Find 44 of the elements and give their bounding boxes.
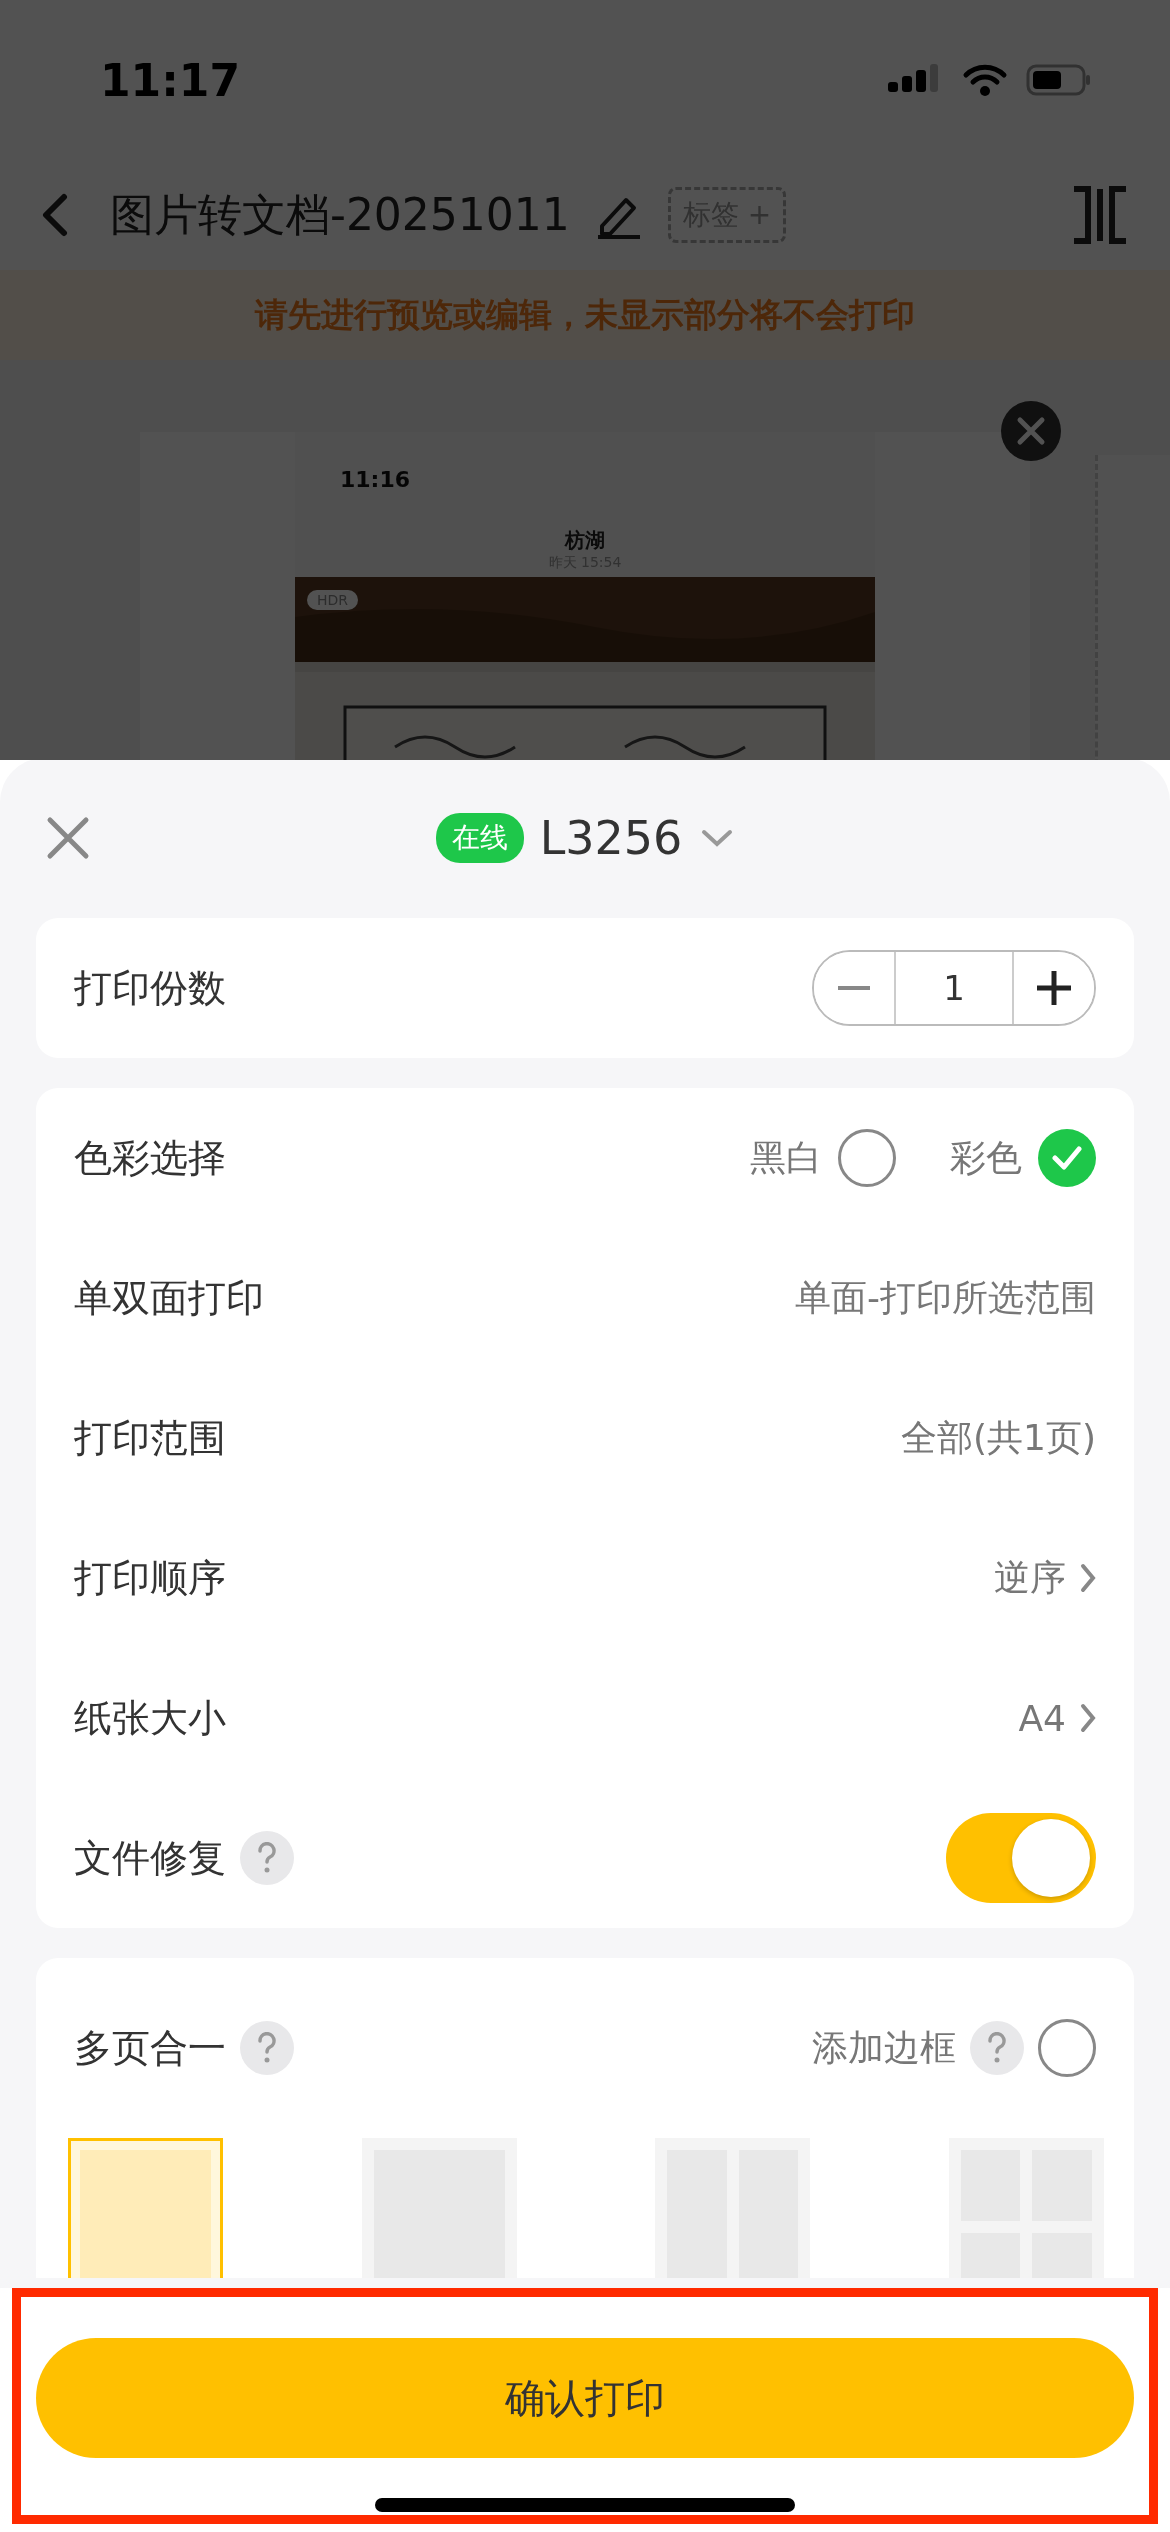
wifi-icon	[962, 63, 1008, 97]
back-icon[interactable]	[40, 193, 70, 237]
setting-label: 打印顺序	[74, 1554, 226, 1602]
minus-icon	[838, 986, 870, 990]
copies-stepper[interactable]: 1	[812, 950, 1096, 1026]
setting-label: 打印份数	[74, 964, 226, 1012]
option-label: 黑白	[750, 1135, 822, 1180]
setting-value[interactable]: 单面-打印所选范围	[795, 1273, 1096, 1323]
radio-button[interactable]	[838, 1129, 896, 1187]
setting-label: 打印范围	[74, 1414, 226, 1462]
chevron-right-icon[interactable]	[1080, 1563, 1096, 1593]
close-icon[interactable]	[46, 816, 90, 860]
question-mark-icon	[257, 2032, 277, 2064]
plus-icon	[1037, 971, 1071, 1005]
check-icon	[1052, 1146, 1082, 1170]
chevron-down-icon[interactable]	[700, 828, 735, 848]
notice-banner: 请先进行预览或编辑，未显示部分将不会打印	[0, 270, 1170, 360]
question-mark-icon	[257, 1842, 277, 1874]
help-icon[interactable]	[970, 2021, 1024, 2075]
printer-selector[interactable]: L3256	[539, 811, 683, 865]
option-label: 添加边框	[812, 2025, 956, 2070]
setting-label: 文件修复	[74, 1834, 226, 1882]
setting-value[interactable]: 逆序	[994, 1553, 1066, 1603]
setting-value[interactable]: 全部(共1页)	[901, 1413, 1096, 1463]
confirm-print-button[interactable]: 确认打印	[36, 2338, 1134, 2458]
setting-label: 纸张大小	[74, 1694, 226, 1742]
online-badge: 在线	[435, 813, 524, 863]
setting-label: 多页合一	[74, 2024, 226, 2072]
status-time: 11:17	[100, 54, 241, 106]
setting-value[interactable]: A4	[1018, 1697, 1066, 1739]
chevron-right-icon[interactable]	[1080, 1703, 1096, 1733]
radio-button[interactable]	[1038, 1129, 1096, 1187]
question-mark-icon	[987, 2032, 1007, 2064]
option-label: 彩色	[950, 1135, 1022, 1180]
close-icon[interactable]	[1000, 400, 1062, 462]
help-icon[interactable]	[240, 1831, 294, 1885]
setting-label: 色彩选择	[74, 1134, 226, 1182]
border-checkbox[interactable]	[1038, 2019, 1096, 2077]
setting-label: 单双面打印	[74, 1274, 264, 1322]
screenshot-title: 枋湖	[563, 527, 606, 554]
battery-icon	[1026, 63, 1092, 97]
document-title: 图片转文档-20251011	[110, 187, 570, 242]
screenshot-time: 11:16	[340, 467, 411, 492]
help-icon[interactable]	[240, 2021, 294, 2075]
